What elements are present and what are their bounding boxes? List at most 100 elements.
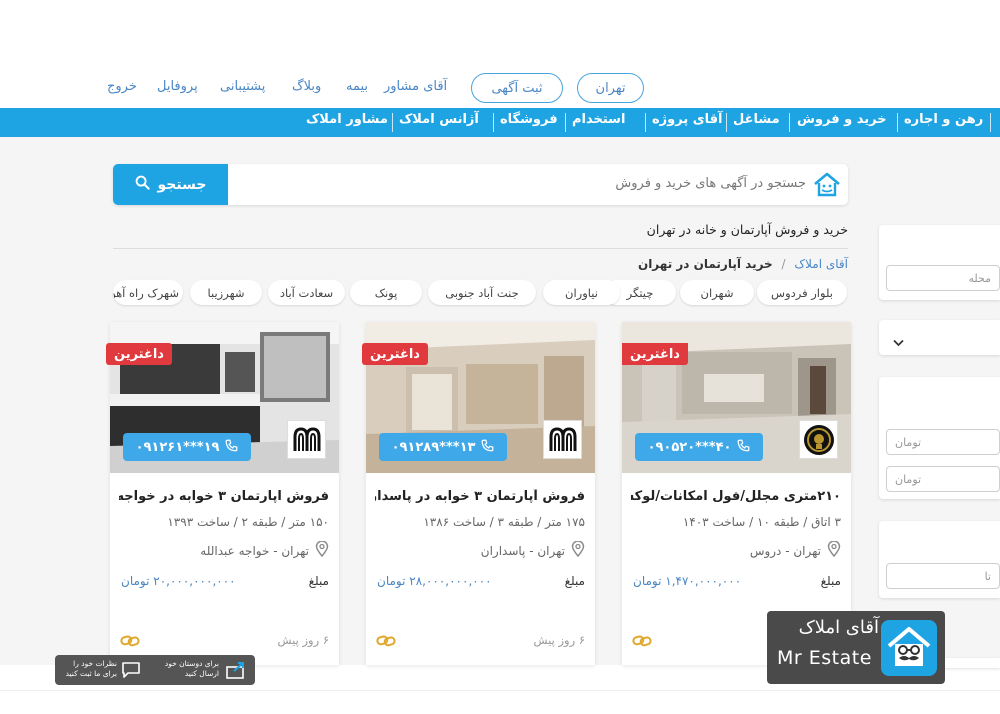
brand-name-en: Mr Estate xyxy=(777,647,872,669)
hot-badge: داغترین xyxy=(362,343,428,365)
search-icon xyxy=(135,175,150,194)
link-icon[interactable] xyxy=(632,633,652,652)
phone-number: ۰۹۱۲۶۱***۱۹ xyxy=(135,439,220,455)
nav-link-insurance[interactable]: بیمه xyxy=(346,79,368,94)
neighborhood-input[interactable]: محله xyxy=(886,265,1000,291)
phone-button[interactable]: ۰۹۱۲۸۹***۱۳ xyxy=(379,433,507,461)
price-min-input[interactable]: تومان xyxy=(886,429,1000,455)
agency-logo[interactable] xyxy=(799,420,838,459)
phone-number: ۰۹۱۲۸۹***۱۳ xyxy=(391,439,476,455)
phone-icon xyxy=(225,439,238,456)
chip-neighborhood[interactable]: شهران xyxy=(680,280,754,305)
posted-time: ۶ روز پیش xyxy=(533,633,586,647)
chip-neighborhood[interactable]: پونک xyxy=(350,280,422,305)
chip-neighborhood[interactable]: بلوار فردوس xyxy=(757,280,847,305)
listing-card[interactable]: داغترین ۰۹۱۲۶۱***۱۹ فروش اپارتمان ۳ خواب… xyxy=(106,322,339,665)
location-pin-icon xyxy=(315,540,329,560)
share-text[interactable]: برای دوستان خود ارسال کنید xyxy=(159,659,219,679)
listing-location: تهران - خواجه عبدالله xyxy=(200,540,329,560)
phone-button[interactable]: ۰۹۱۲۶۱***۱۹ xyxy=(123,433,251,461)
house-icon xyxy=(812,171,842,202)
nav-link-advisor[interactable]: آقای مشاور xyxy=(384,79,447,94)
nav-link-exit[interactable]: خروج xyxy=(107,79,137,94)
menu-divider xyxy=(645,113,646,132)
location-pin-icon xyxy=(571,540,585,560)
listing-title[interactable]: فروش اپارتمان ۳ خوابه در خواجه ... xyxy=(119,489,329,504)
menu-item-consultant[interactable]: مشاور املاک xyxy=(306,112,388,127)
page-title: خرید و فروش آپارتمان و خانه در تهران xyxy=(646,222,848,237)
menu-divider xyxy=(392,113,393,132)
brand-name-fa: آقای املاک xyxy=(798,617,879,638)
location-text: تهران - دروس xyxy=(749,543,821,558)
price-value: ۱,۴۷۰,۰۰۰,۰۰۰ تومان xyxy=(633,574,742,588)
breadcrumb-separator: / xyxy=(781,257,786,271)
menu-divider xyxy=(990,113,991,132)
link-icon[interactable] xyxy=(376,633,396,652)
search-input[interactable]: جستجو در آگهی های خرید و فروش xyxy=(615,176,806,191)
chevron-down-icon xyxy=(893,332,904,351)
chip-neighborhood[interactable]: شهرک راه آهن xyxy=(113,280,183,305)
menu-item-employment[interactable]: استخدام xyxy=(572,112,625,127)
hot-badge: داغترین xyxy=(106,343,172,365)
menu-item-project[interactable]: آقای پروژه xyxy=(652,112,723,127)
listing-title[interactable]: فروش آپارتمان ۳ خوابه در پاسداران xyxy=(375,489,585,504)
hot-badge: داغترین xyxy=(622,343,688,365)
city-select-button[interactable]: تهران xyxy=(577,73,644,103)
listing-card[interactable]: داغترین ۰۹۱۲۸۹***۱۳ فروش آپارتمان ۳ خواب… xyxy=(362,322,595,665)
phone-icon xyxy=(481,439,494,456)
menu-divider xyxy=(897,113,898,132)
chip-neighborhood[interactable]: شهرزیبا xyxy=(190,280,262,305)
location-text: تهران - پاسداران xyxy=(480,543,565,558)
menu-divider xyxy=(789,113,790,132)
price-label: مبلغ xyxy=(308,574,329,588)
price-max-input[interactable]: تومان xyxy=(886,466,1000,492)
listing-location: تهران - پاسداران xyxy=(480,540,585,560)
breadcrumb-current: خرید آپارتمان در تهران xyxy=(637,257,773,271)
price-value: ۲۸,۰۰۰,۰۰۰,۰۰۰ تومان xyxy=(377,574,492,588)
location-pin-icon xyxy=(827,540,841,560)
menu-divider xyxy=(726,113,727,132)
brand-badge: آقای املاک Mr Estate xyxy=(767,611,945,684)
menu-divider xyxy=(565,113,566,132)
price-label: مبلغ xyxy=(820,574,841,588)
chip-neighborhood[interactable]: سعادت آباد xyxy=(268,280,345,305)
menu-item-jobs-business[interactable]: مشاغل xyxy=(733,112,780,127)
breadcrumb-home[interactable]: آقای املاک xyxy=(794,257,848,271)
phone-number: ۰۹۰۵۲۰***۴۰ xyxy=(647,439,732,455)
search-button[interactable]: جستجو xyxy=(113,164,228,205)
chat-icon[interactable] xyxy=(121,661,141,683)
filter-panel-select[interactable] xyxy=(879,320,1000,355)
listing-location: تهران - دروس xyxy=(749,540,841,560)
chip-neighborhood[interactable]: جنت آباد جنوبی xyxy=(428,280,536,305)
agency-logo[interactable] xyxy=(543,420,582,459)
share-icon[interactable] xyxy=(225,660,247,684)
listing-details: ۱۵۰ متر / طبقه ۲ / ساخت ۱۳۹۳ xyxy=(167,515,329,529)
menu-item-mortgage-rent[interactable]: رهن و اجاره xyxy=(904,112,983,127)
chip-neighborhood[interactable]: نیاوران xyxy=(543,280,620,305)
location-text: تهران - خواجه عبدالله xyxy=(200,543,309,558)
main-menu-bar: رهن و اجاره خرید و فروش مشاغل آقای پروژه… xyxy=(0,108,1000,137)
nav-link-blog[interactable]: وبلاگ xyxy=(292,79,321,94)
link-icon[interactable] xyxy=(120,633,140,652)
posted-time: ۶ روز پیش xyxy=(277,633,330,647)
area-to-input[interactable]: تا xyxy=(886,563,1000,589)
menu-item-agency[interactable]: آژانس املاک xyxy=(399,112,479,127)
post-ad-button[interactable]: ثبت آگهی xyxy=(471,73,563,103)
price-value: ۲۰,۰۰۰,۰۰۰,۰۰۰ تومان xyxy=(121,574,236,588)
search-button-label: جستجو xyxy=(157,176,207,193)
menu-item-shop[interactable]: فروشگاه xyxy=(500,112,558,127)
listing-details: ۳ اتاق / طبقه ۱۰ / ساخت ۱۴۰۳ xyxy=(682,515,841,529)
listing-title[interactable]: ۲۱۰متری مجلل/فول امکانات/لوکس ... xyxy=(631,489,841,504)
heading-divider xyxy=(113,248,848,249)
brand-logo-icon xyxy=(881,620,937,680)
menu-divider xyxy=(493,113,494,132)
nav-link-profile[interactable]: پروفایل xyxy=(157,79,198,94)
bottom-divider xyxy=(0,690,1000,691)
phone-icon xyxy=(737,439,750,456)
phone-button[interactable]: ۰۹۰۵۲۰***۴۰ xyxy=(635,433,763,461)
agency-logo[interactable] xyxy=(287,420,326,459)
nav-link-support[interactable]: پشتیبانی xyxy=(220,79,265,94)
feedback-widget: نظرات خود را برای ما ثبت کنید برای دوستا… xyxy=(55,655,255,685)
menu-item-buy-sell[interactable]: خرید و فروش xyxy=(797,112,887,127)
feedback-text[interactable]: نظرات خود را برای ما ثبت کنید xyxy=(63,659,117,679)
